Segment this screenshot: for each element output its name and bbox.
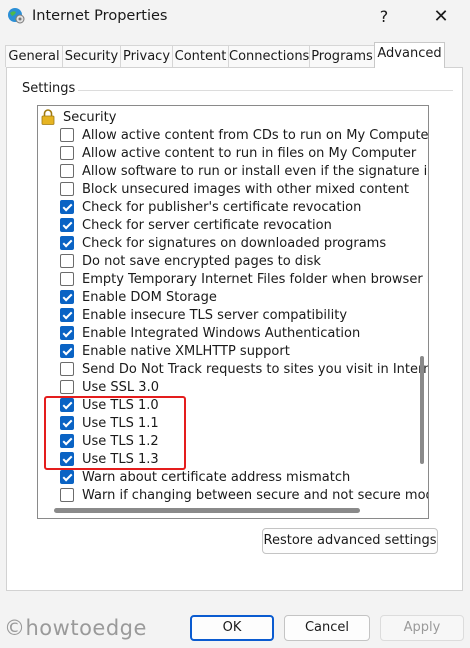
watermark: ©howtoedge xyxy=(4,616,147,640)
tab-security[interactable]: Security xyxy=(62,45,121,67)
setting-checkbox[interactable] xyxy=(60,362,74,376)
setting-checkbox[interactable] xyxy=(60,146,74,160)
tab-strip: General Security Privacy Content Connect… xyxy=(5,42,465,68)
cancel-button[interactable]: Cancel xyxy=(284,615,370,641)
setting-checkbox[interactable] xyxy=(60,164,74,178)
setting-label: Enable DOM Storage xyxy=(82,290,217,305)
setting-checkbox[interactable] xyxy=(60,488,74,502)
globe-settings-icon xyxy=(8,8,25,24)
tab-advanced[interactable]: Advanced xyxy=(374,42,445,68)
setting-checkbox[interactable] xyxy=(60,128,74,142)
tab-general[interactable]: General xyxy=(5,45,63,67)
setting-checkbox[interactable] xyxy=(60,200,74,214)
tls-highlight-box xyxy=(44,396,186,470)
setting-checkbox[interactable] xyxy=(60,470,74,484)
group-divider xyxy=(78,90,453,91)
setting-label: Warn if changing between secure and not … xyxy=(82,488,429,503)
setting-label: Check for server certificate revocation xyxy=(82,218,332,233)
setting-label: Enable insecure TLS server compatibility xyxy=(82,308,348,323)
setting-checkbox[interactable] xyxy=(60,254,74,268)
tab-programs[interactable]: Programs xyxy=(309,45,375,67)
setting-checkbox[interactable] xyxy=(60,182,74,196)
apply-button[interactable]: Apply xyxy=(380,615,464,641)
setting-label: Block unsecured images with other mixed … xyxy=(82,182,409,197)
setting-label: Check for publisher's certificate revoca… xyxy=(82,200,362,215)
vertical-scrollbar[interactable] xyxy=(416,106,428,504)
setting-label: Check for signatures on downloaded progr… xyxy=(82,236,387,251)
setting-label: Use SSL 3.0 xyxy=(82,380,159,395)
tab-connections[interactable]: Connections xyxy=(228,45,310,67)
close-button[interactable]: ✕ xyxy=(428,4,454,30)
setting-checkbox[interactable] xyxy=(60,290,74,304)
setting-label: Warn about certificate address mismatch xyxy=(82,470,351,485)
setting-label: Allow active content to run in files on … xyxy=(82,146,417,161)
setting-label: Empty Temporary Internet Files folder wh… xyxy=(82,272,429,287)
help-button[interactable]: ? xyxy=(372,4,396,30)
setting-label: Allow software to run or install even if… xyxy=(82,164,429,179)
tab-content[interactable]: Content xyxy=(172,45,229,67)
window-title: Internet Properties xyxy=(32,8,168,24)
setting-checkbox[interactable] xyxy=(60,308,74,322)
setting-label: Enable native XMLHTTP support xyxy=(82,344,290,359)
setting-label: Do not save encrypted pages to disk xyxy=(82,254,321,269)
setting-checkbox[interactable] xyxy=(60,326,74,340)
setting-label: Allow active content from CDs to run on … xyxy=(82,128,429,143)
setting-checkbox[interactable] xyxy=(60,272,74,286)
horizontal-scrollbar[interactable] xyxy=(38,504,416,518)
setting-checkbox[interactable] xyxy=(60,236,74,250)
title-bar: Internet Properties ? ✕ xyxy=(0,0,470,36)
vertical-scroll-thumb[interactable] xyxy=(420,356,424,464)
setting-label: Send Do Not Track requests to sites you … xyxy=(82,362,429,377)
setting-label: Enable Integrated Windows Authentication xyxy=(82,326,361,341)
ok-button[interactable]: OK xyxy=(190,615,274,641)
horizontal-scroll-thumb[interactable] xyxy=(54,508,360,513)
setting-checkbox[interactable] xyxy=(60,380,74,394)
setting-checkbox[interactable] xyxy=(60,218,74,232)
lock-icon xyxy=(41,109,55,125)
restore-advanced-settings-button[interactable]: Restore advanced settings xyxy=(262,528,438,554)
settings-group-label: Settings xyxy=(22,81,76,96)
tab-privacy[interactable]: Privacy xyxy=(120,45,173,67)
security-category-label: Security xyxy=(63,110,117,125)
setting-checkbox[interactable] xyxy=(60,344,74,358)
